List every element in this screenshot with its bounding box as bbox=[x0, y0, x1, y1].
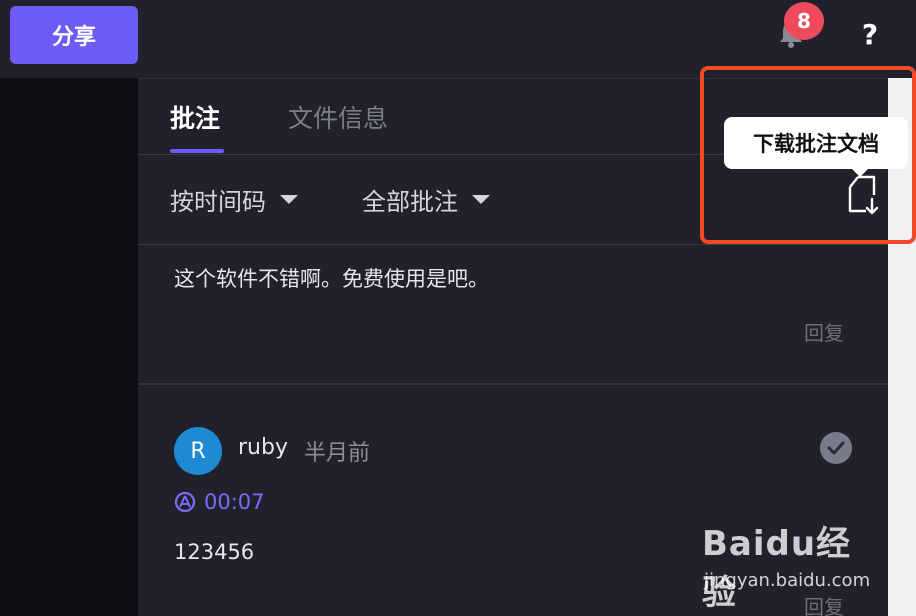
sort-dropdown-label: 按时间码 bbox=[170, 188, 266, 216]
scope-dropdown[interactable]: 全部批注 bbox=[362, 182, 490, 217]
timecode-value: 00:07 bbox=[204, 490, 265, 514]
comment-text: 123456 bbox=[174, 540, 255, 564]
left-sidebar-area bbox=[0, 78, 138, 616]
timecode-marker-icon bbox=[174, 491, 196, 513]
avatar: R bbox=[174, 427, 222, 475]
reply-button[interactable]: 回复 bbox=[804, 317, 844, 346]
share-button[interactable]: 分享 bbox=[10, 6, 138, 64]
comment-divider bbox=[138, 383, 888, 385]
watermark: Baidu经验 jingyan.baidu.com bbox=[702, 516, 871, 613]
comment-time: 半月前 bbox=[304, 441, 371, 466]
tab-annotations[interactable]: 批注 bbox=[170, 99, 220, 135]
help-button[interactable]: ? bbox=[854, 16, 886, 52]
comment-text: 这个软件不错啊。免费使用是吧。 bbox=[174, 267, 489, 291]
download-document-icon[interactable] bbox=[844, 173, 884, 217]
sort-dropdown[interactable]: 按时间码 bbox=[170, 182, 298, 217]
tooltip: 下载批注文档 bbox=[724, 117, 908, 169]
scope-dropdown-label: 全部批注 bbox=[362, 188, 458, 216]
notification-badge: 8 bbox=[784, 2, 824, 40]
comment-author: ruby bbox=[238, 435, 288, 460]
tab-file-info[interactable]: 文件信息 bbox=[288, 99, 388, 135]
watermark-logo: Baidu经验 bbox=[702, 524, 852, 613]
watermark-url: jingyan.baidu.com bbox=[704, 570, 871, 591]
timecode-link[interactable]: 00:07 bbox=[174, 490, 265, 514]
caret-down-icon bbox=[472, 195, 490, 204]
active-tab-indicator bbox=[170, 149, 224, 153]
resolve-check-icon[interactable] bbox=[820, 432, 852, 464]
caret-down-icon bbox=[280, 195, 298, 204]
